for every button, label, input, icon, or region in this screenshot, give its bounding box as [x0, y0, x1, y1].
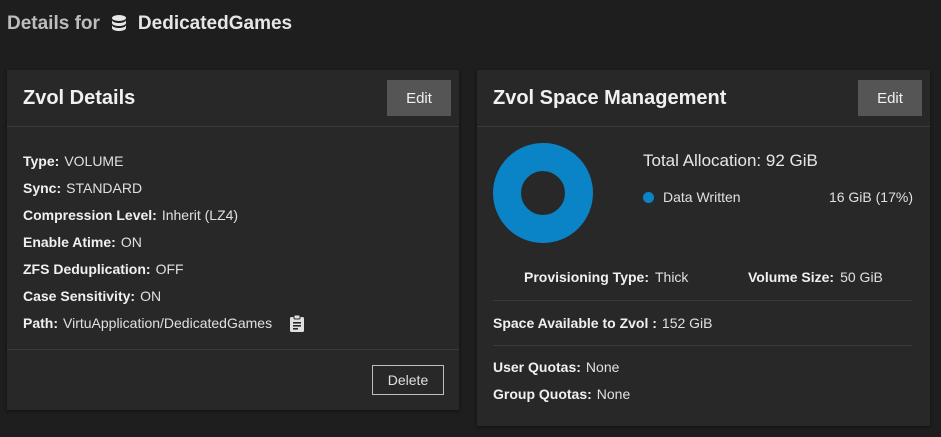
detail-row-path: Path: VirtuApplication/DedicatedGames	[23, 309, 443, 336]
legend-item-data-written: Data Written 16 GiB (17%)	[643, 189, 913, 205]
detail-row-compression: Compression Level: Inherit (LZ4)	[23, 201, 443, 228]
detail-label: Type:	[23, 152, 60, 169]
space-available: Space Available to Zvol : 152 GiB	[493, 315, 713, 331]
detail-label: Case Sensitivity:	[23, 287, 136, 304]
divider	[493, 300, 912, 301]
database-icon	[111, 15, 126, 31]
volume-size: Volume Size: 50 GiB	[748, 269, 883, 285]
total-allocation: Total Allocation: 92 GiB	[643, 151, 818, 171]
user-quotas: User Quotas: None	[493, 359, 619, 375]
provisioning-type: Provisioning Type: Thick	[524, 269, 688, 285]
detail-value: ON	[140, 287, 162, 304]
zvol-details-header: Zvol Details Edit	[7, 70, 459, 127]
space-management-card: Zvol Space Management Edit Total Allocat…	[477, 70, 930, 426]
detail-row-type: Type: VOLUME	[23, 147, 443, 174]
zvol-details-card: Zvol Details Edit Type: VOLUME Sync: STA…	[7, 70, 459, 410]
detail-value: STANDARD	[66, 179, 143, 196]
zvol-details-title: Zvol Details	[23, 86, 136, 109]
provisioning-type-value: Thick	[654, 269, 689, 285]
user-quotas-value: None	[585, 359, 620, 375]
legend-value: 16 GiB (17%)	[828, 189, 913, 205]
legend-label: Data Written	[663, 189, 741, 205]
page-title: Details for DedicatedGames	[7, 13, 292, 35]
detail-row-case-sensitivity: Case Sensitivity: ON	[23, 282, 443, 309]
provisioning-row: Provisioning Type: Thick Volume Size: 50…	[477, 269, 930, 289]
dataset-name: DedicatedGames	[137, 13, 293, 34]
detail-label: Path:	[23, 314, 58, 331]
divider	[493, 345, 912, 346]
group-quotas-label: Group Quotas:	[493, 386, 592, 402]
zvol-details-list: Type: VOLUME Sync: STANDARD Compression …	[7, 127, 459, 336]
group-quotas: Group Quotas: None	[493, 386, 630, 402]
detail-value: ON	[120, 233, 142, 250]
detail-label: Enable Atime:	[23, 233, 116, 250]
detail-row-atime: Enable Atime: ON	[23, 228, 443, 255]
total-allocation-label: Total Allocation:	[643, 151, 762, 170]
space-available-value: 152 GiB	[661, 315, 713, 331]
detail-label: ZFS Deduplication:	[23, 260, 151, 277]
space-management-title: Zvol Space Management	[493, 86, 727, 109]
total-allocation-value: 92 GiB	[765, 151, 818, 170]
zvol-details-edit-button[interactable]: Edit	[387, 80, 451, 116]
allocation-donut-chart	[493, 143, 593, 243]
detail-value: VirtuApplication/DedicatedGames	[63, 314, 273, 331]
detail-row-dedup: ZFS Deduplication: OFF	[23, 255, 443, 282]
provisioning-type-label: Provisioning Type:	[524, 269, 649, 285]
space-available-label: Space Available to Zvol :	[493, 315, 657, 331]
delete-button[interactable]: Delete	[372, 365, 444, 395]
volume-size-label: Volume Size:	[748, 269, 835, 285]
zvol-details-footer: Delete	[7, 349, 459, 410]
volume-size-value: 50 GiB	[840, 269, 883, 285]
allocation-section: Total Allocation: 92 GiB Data Written 16…	[477, 127, 930, 267]
detail-value: VOLUME	[64, 152, 124, 169]
space-management-header: Zvol Space Management Edit	[477, 70, 930, 127]
user-quotas-label: User Quotas:	[493, 359, 581, 375]
group-quotas-value: None	[596, 386, 631, 402]
detail-value: OFF	[155, 260, 184, 277]
page-title-prefix: Details for	[7, 13, 100, 34]
detail-row-sync: Sync: STANDARD	[23, 174, 443, 201]
clipboard-icon[interactable]	[289, 314, 305, 332]
detail-label: Compression Level:	[23, 206, 157, 223]
detail-label: Sync:	[23, 179, 62, 196]
space-management-edit-button[interactable]: Edit	[858, 80, 922, 116]
legend-dot	[643, 191, 654, 203]
detail-value: Inherit (LZ4)	[161, 206, 239, 223]
